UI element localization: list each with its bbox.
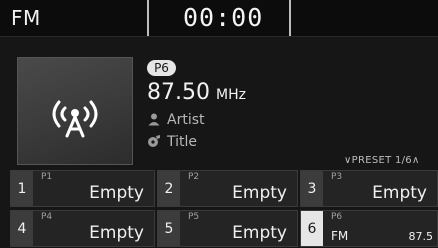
preset-number: 2 <box>158 171 180 206</box>
preset-button-5[interactable]: 5 P5 Empty <box>157 210 298 247</box>
preset-name: Empty <box>232 183 287 203</box>
preset-tag: P3 <box>331 172 343 182</box>
music-disc-icon <box>147 134 161 148</box>
preset-button-6[interactable]: 6 P6 FM 87.5 <box>300 210 438 247</box>
preset-number: 1 <box>11 171 33 206</box>
album-art <box>17 57 133 165</box>
preset-number: 6 <box>301 211 323 246</box>
preset-name: Empty <box>372 183 427 203</box>
title-row: Title <box>147 134 197 150</box>
preset-button-3[interactable]: 3 P3 Empty <box>300 170 438 207</box>
preset-band: FM <box>331 229 349 243</box>
preset-grid: 1 P1 Empty 2 P2 Empty 3 P3 Empty 4 P4 Em… <box>0 170 438 248</box>
artist-text: Artist <box>167 112 205 128</box>
status-bar: FM 00:00 <box>0 0 438 37</box>
preset-number: 4 <box>11 211 33 246</box>
chevron-up-icon[interactable]: ∧ <box>412 155 420 166</box>
radio-screen: FM 00:00 P6 87.50 MHz Artist Title ∨PRESE… <box>0 0 438 248</box>
preset-button-4[interactable]: 4 P4 Empty <box>10 210 155 247</box>
preset-tag: P6 <box>331 212 343 222</box>
preset-name: Empty <box>232 223 287 243</box>
preset-number: 3 <box>301 171 323 206</box>
preset-frequency: 87.5 <box>408 230 434 243</box>
preset-number: 5 <box>158 211 180 246</box>
preset-page-indicator[interactable]: ∨PRESET 1/6∧ <box>344 155 420 166</box>
title-text: Title <box>167 134 198 150</box>
frequency-value: 87.50 <box>147 80 210 105</box>
preset-tag: P5 <box>188 212 200 222</box>
broadcast-icon <box>52 100 98 138</box>
frequency-unit: MHz <box>215 87 246 103</box>
current-preset-badge: P6 <box>147 60 176 76</box>
preset-button-2[interactable]: 2 P2 Empty <box>157 170 298 207</box>
status-divider <box>147 0 149 36</box>
person-icon <box>147 112 161 126</box>
status-divider <box>289 0 291 36</box>
preset-button-1[interactable]: 1 P1 Empty <box>10 170 155 207</box>
clock: 00:00 <box>183 3 264 32</box>
frequency-display: 87.50 MHz <box>147 80 246 105</box>
source-mode-label[interactable]: FM <box>11 6 41 30</box>
preset-name: Empty <box>89 183 144 203</box>
preset-tag: P1 <box>41 172 53 182</box>
chevron-down-icon[interactable]: ∨ <box>344 155 352 166</box>
artist-row: Artist <box>147 112 205 128</box>
preset-page-label: PRESET 1/6 <box>351 155 412 166</box>
preset-tag: P4 <box>41 212 53 222</box>
preset-tag: P2 <box>188 172 200 182</box>
preset-name: Empty <box>89 223 144 243</box>
